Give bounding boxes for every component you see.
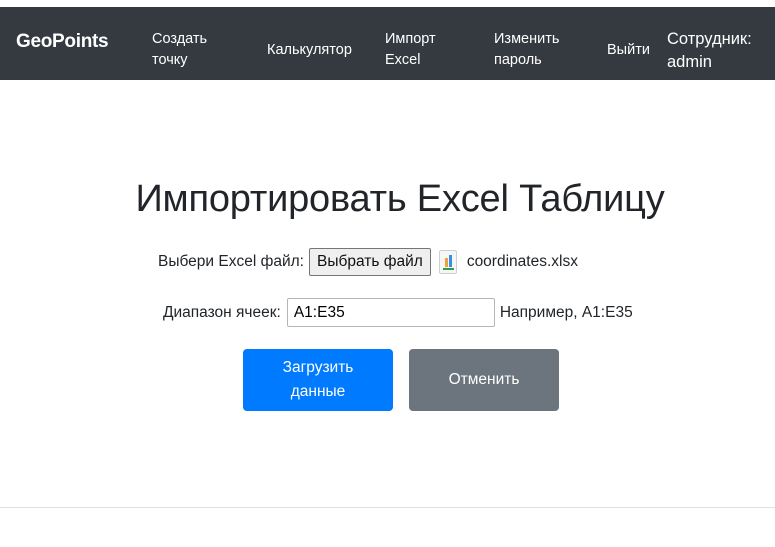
nav-import-excel[interactable]: Импорт Excel <box>385 29 455 71</box>
cell-range-input[interactable] <box>286 298 495 327</box>
choose-file-button[interactable]: Выбрать файл <box>308 248 431 276</box>
user-name: admin <box>667 53 712 71</box>
footer-divider <box>0 507 775 508</box>
nav-calculator[interactable]: Калькулятор <box>267 40 352 61</box>
page-title: Импортировать Excel Таблицу <box>135 178 665 220</box>
range-hint: Например, A1:E35 <box>499 303 633 321</box>
cancel-button[interactable]: Отменить <box>409 349 559 411</box>
navbar: GeoPoints Создать точку Калькулятор Импо… <box>0 7 775 80</box>
file-label: Выбери Excel файл: <box>158 253 304 270</box>
nav-change-password[interactable]: Изменить пароль <box>494 29 584 71</box>
excel-file-icon <box>438 250 457 274</box>
brand-logo[interactable]: GeoPoints <box>16 31 109 53</box>
upload-data-button[interactable]: Загрузить данные <box>243 349 393 411</box>
user-info: Сотрудник: admin <box>667 28 767 74</box>
user-label: Сотрудник: <box>667 30 752 48</box>
range-row: Диапазон ячеек: Например, A1:E35 <box>163 298 633 327</box>
range-label: Диапазон ячеек: <box>163 303 281 321</box>
file-row: Выбери Excel файл: Выбрать файл coordina… <box>158 248 578 276</box>
selected-file-name: coordinates.xlsx <box>466 253 578 270</box>
nav-create-point[interactable]: Создать точку <box>152 29 232 71</box>
nav-logout[interactable]: Выйти <box>607 40 650 61</box>
